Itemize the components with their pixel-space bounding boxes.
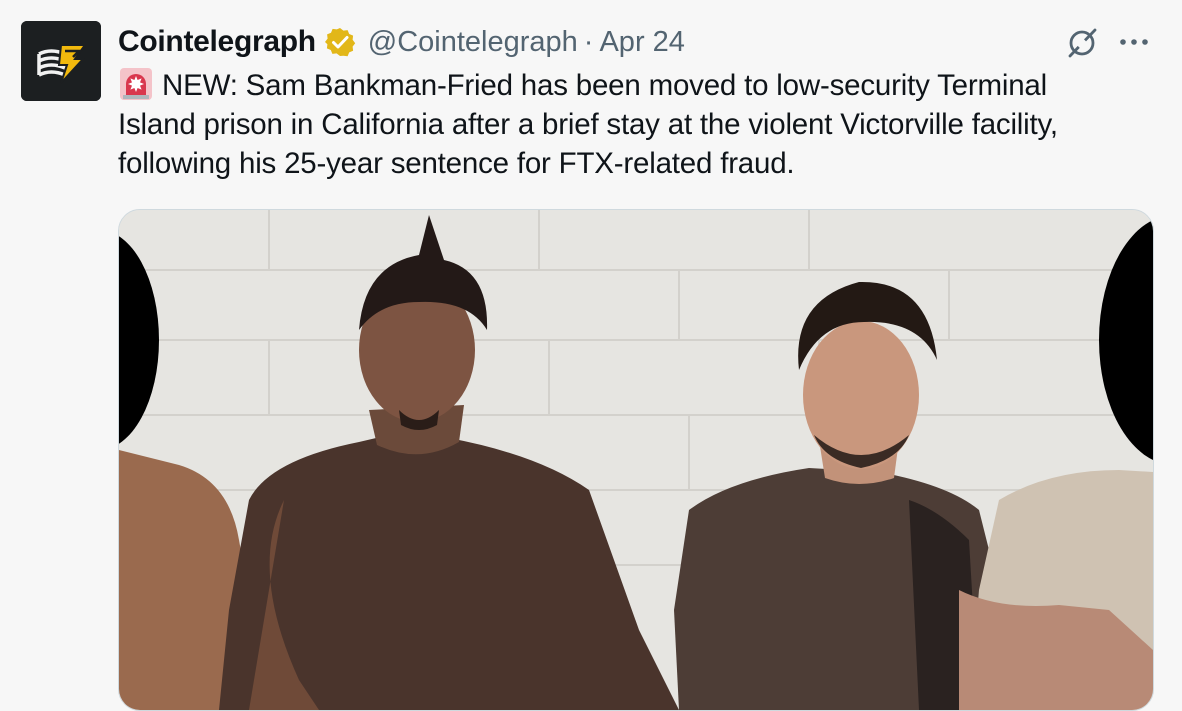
tweet-date[interactable]: Apr 24 [599, 26, 684, 59]
tweet-text-line-1: NEW: Sam Bankman-Fried has been moved to… [162, 69, 1047, 102]
verified-badge-icon[interactable] [324, 26, 356, 58]
tweet-text-line-3: following his 25-year sentence for FTX-r… [118, 147, 795, 180]
siren-icon [118, 66, 154, 102]
tweet-photo[interactable] [118, 209, 1154, 711]
author-name[interactable]: Cointelegraph [118, 25, 316, 59]
cointelegraph-logo-icon [21, 21, 101, 101]
author-handle[interactable]: @Cointelegraph [368, 26, 578, 59]
more-options-button[interactable] [1112, 22, 1156, 62]
tweet-card[interactable]: Cointelegraph @Cointelegraph · Apr 24 NE… [0, 0, 1182, 711]
avatar[interactable] [21, 21, 101, 101]
more-options-icon [1120, 39, 1148, 45]
tweet-text-line-2: Island prison in California after a brie… [118, 108, 1058, 141]
photo-image [119, 210, 1153, 710]
tweet-header: Cointelegraph @Cointelegraph · Apr 24 [118, 22, 685, 62]
grok-button[interactable] [1062, 22, 1102, 62]
grok-icon [1068, 28, 1097, 58]
tweet-text-line: NEW: Sam Bankman-Fried has been moved to… [118, 66, 1158, 105]
separator-dot: · [583, 25, 594, 58]
tweet-text: NEW: Sam Bankman-Fried has been moved to… [118, 66, 1158, 183]
